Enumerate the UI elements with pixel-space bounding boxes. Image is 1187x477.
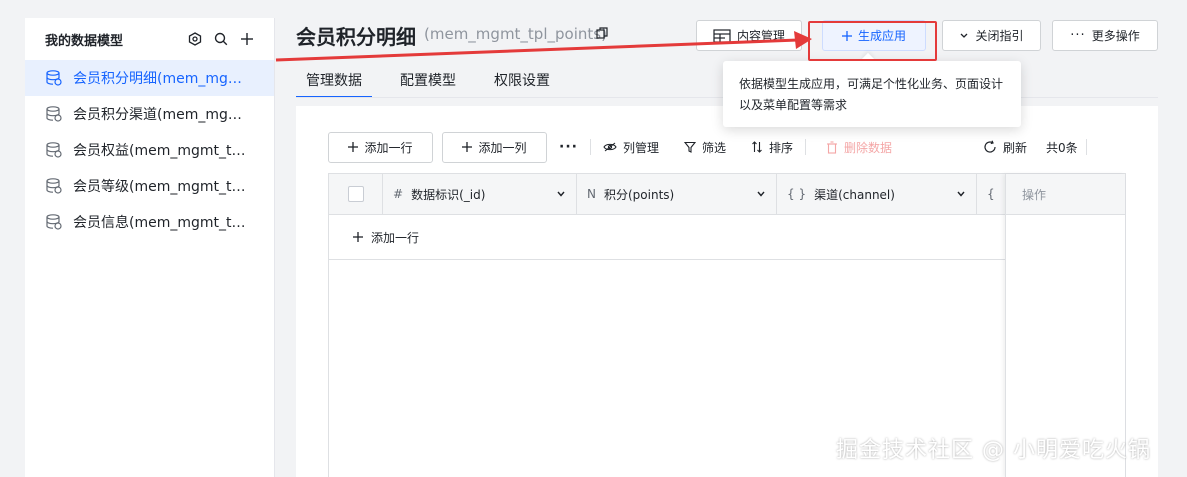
chevron-down-icon[interactable] bbox=[756, 189, 766, 199]
column-header-id[interactable]: # 数据标识(_id) bbox=[383, 174, 577, 214]
data-content: 添加一行 添加一列 ··· 列管理 筛选 排序 删除数据 刷新 共0条 # 数据… bbox=[296, 106, 1158, 477]
toolbar-separator bbox=[589, 139, 591, 155]
database-icon bbox=[46, 178, 62, 194]
operations-header: 操作 bbox=[1006, 174, 1125, 215]
column-label: 数据标识(_id) bbox=[411, 187, 486, 202]
sidebar-item-label: 会员信息(mem_mgmt_tpl_info) bbox=[73, 215, 248, 231]
tab-config-model[interactable]: 配置模型 bbox=[390, 68, 466, 98]
sidebar-item-points[interactable]: 会员积分明细(mem_mgmt_tpl_points) bbox=[25, 60, 274, 96]
chevron-down-icon[interactable] bbox=[556, 189, 566, 199]
number-type-icon: # bbox=[393, 187, 404, 201]
tab-bar: 管理数据 配置模型 权限设置 bbox=[296, 68, 578, 98]
object-type-icon: { bbox=[987, 187, 995, 201]
chevron-down-icon bbox=[961, 33, 968, 38]
column-header-channel[interactable]: { } 渠道(channel) bbox=[777, 174, 977, 214]
chevron-down-icon[interactable] bbox=[956, 189, 966, 199]
tab-manage-data[interactable]: 管理数据 bbox=[296, 68, 372, 98]
plus-icon bbox=[353, 232, 363, 242]
grid-add-row-label: 添加一行 bbox=[371, 230, 420, 245]
tooltip-text: 依据模型生成应用，可满足个性化业务、页面设计以及菜单配置等需求 bbox=[739, 77, 1004, 112]
data-toolbar: 添加一行 添加一列 ··· 列管理 筛选 排序 删除数据 刷新 共0条 bbox=[328, 131, 1087, 163]
sidebar-item-benefit[interactable]: 会员权益(mem_mgmt_tpl_benefit) bbox=[25, 132, 274, 168]
generate-app-button[interactable]: 生成应用 bbox=[822, 20, 926, 51]
generate-app-label: 生成应用 bbox=[857, 29, 906, 43]
content-mgmt-button[interactable]: 内容管理 bbox=[696, 20, 802, 51]
sort-button[interactable]: 排序 bbox=[751, 132, 793, 162]
close-guide-label: 关闭指引 bbox=[975, 29, 1024, 43]
database-icon bbox=[46, 106, 62, 122]
generate-app-tooltip: 依据模型生成应用，可满足个性化业务、页面设计以及菜单配置等需求 bbox=[723, 61, 1021, 127]
sort-icon bbox=[752, 141, 762, 153]
add-column-button[interactable]: 添加一列 bbox=[442, 131, 547, 163]
plus-icon bbox=[462, 142, 473, 152]
more-icon[interactable]: ··· bbox=[559, 139, 578, 155]
sort-label: 排序 bbox=[769, 140, 794, 155]
database-icon bbox=[46, 70, 62, 86]
watermark: 掘金技术社区 @ 小明爱吃火锅 bbox=[836, 438, 1151, 463]
eye-off-icon bbox=[603, 142, 617, 152]
filter-button[interactable]: 筛选 bbox=[683, 132, 726, 162]
page-title: 会员积分明细 bbox=[296, 25, 416, 49]
content-mgmt-label: 内容管理 bbox=[736, 29, 785, 43]
sidebar: 我的数据模型 会员积分明细(mem_mgmt_tpl_points) 会员积分渠… bbox=[25, 18, 275, 477]
column-header-points[interactable]: N 积分(points) bbox=[577, 174, 777, 214]
column-mgmt-button[interactable]: 列管理 bbox=[603, 132, 659, 162]
object-type-icon: { } bbox=[787, 187, 807, 201]
toolbar-separator bbox=[1085, 139, 1087, 155]
settings-hex-icon[interactable] bbox=[188, 32, 202, 46]
delete-data-button[interactable]: 删除数据 bbox=[826, 132, 892, 162]
ellipsis-icon: ··· bbox=[1070, 28, 1086, 43]
select-all-cell bbox=[329, 174, 383, 214]
plus-icon bbox=[841, 30, 852, 41]
sidebar-item-label: 会员积分明细(mem_mgmt_tpl_points) bbox=[73, 71, 248, 87]
database-icon bbox=[46, 142, 62, 158]
sidebar-item-label: 会员权益(mem_mgmt_tpl_benefit) bbox=[73, 143, 248, 159]
add-column-label: 添加一列 bbox=[478, 140, 527, 155]
select-all-checkbox[interactable] bbox=[347, 186, 364, 202]
toolbar-separator bbox=[805, 139, 807, 155]
copy-icon[interactable] bbox=[596, 27, 608, 39]
sidebar-title: 我的数据模型 bbox=[45, 33, 124, 49]
tab-permissions[interactable]: 权限设置 bbox=[484, 68, 560, 98]
sidebar-item-label: 会员等级(mem_mgmt_tpl_level) bbox=[73, 179, 248, 195]
close-guide-button[interactable]: 关闭指引 bbox=[942, 20, 1041, 51]
filter-icon bbox=[683, 141, 696, 153]
search-icon[interactable] bbox=[214, 32, 228, 46]
filter-label: 筛选 bbox=[701, 140, 726, 155]
sidebar-item-level[interactable]: 会员等级(mem_mgmt_tpl_level) bbox=[25, 168, 274, 204]
column-mgmt-label: 列管理 bbox=[622, 140, 659, 155]
delete-data-label: 删除数据 bbox=[844, 140, 893, 155]
database-icon bbox=[46, 214, 62, 230]
page-subtitle: (mem_mgmt_tpl_points) bbox=[424, 25, 607, 43]
sidebar-item-label: 会员积分渠道(mem_mgmt_tpl_channel) bbox=[73, 107, 248, 123]
record-count: 共0条 bbox=[1046, 140, 1078, 155]
sidebar-actions bbox=[188, 32, 254, 46]
sidebar-header: 我的数据模型 bbox=[25, 18, 274, 60]
more-ops-label: 更多操作 bbox=[1091, 29, 1140, 43]
add-row-label: 添加一行 bbox=[364, 140, 413, 155]
more-ops-button[interactable]: ··· 更多操作 bbox=[1052, 20, 1158, 51]
refresh-label: 刷新 bbox=[1003, 140, 1028, 155]
trash-icon bbox=[827, 140, 838, 154]
column-label: 渠道(channel) bbox=[814, 187, 895, 202]
add-row-button[interactable]: 添加一行 bbox=[328, 131, 433, 163]
refresh-button[interactable]: 刷新 bbox=[983, 132, 1027, 162]
add-icon[interactable] bbox=[240, 32, 254, 46]
sidebar-item-info[interactable]: 会员信息(mem_mgmt_tpl_info) bbox=[25, 204, 274, 240]
refresh-icon bbox=[984, 140, 996, 153]
table-icon bbox=[713, 28, 731, 43]
plus-icon bbox=[348, 142, 359, 152]
column-label: 积分(points) bbox=[603, 187, 675, 202]
numeric-type-icon: N bbox=[587, 187, 596, 201]
sidebar-item-channel[interactable]: 会员积分渠道(mem_mgmt_tpl_channel) bbox=[25, 96, 274, 132]
